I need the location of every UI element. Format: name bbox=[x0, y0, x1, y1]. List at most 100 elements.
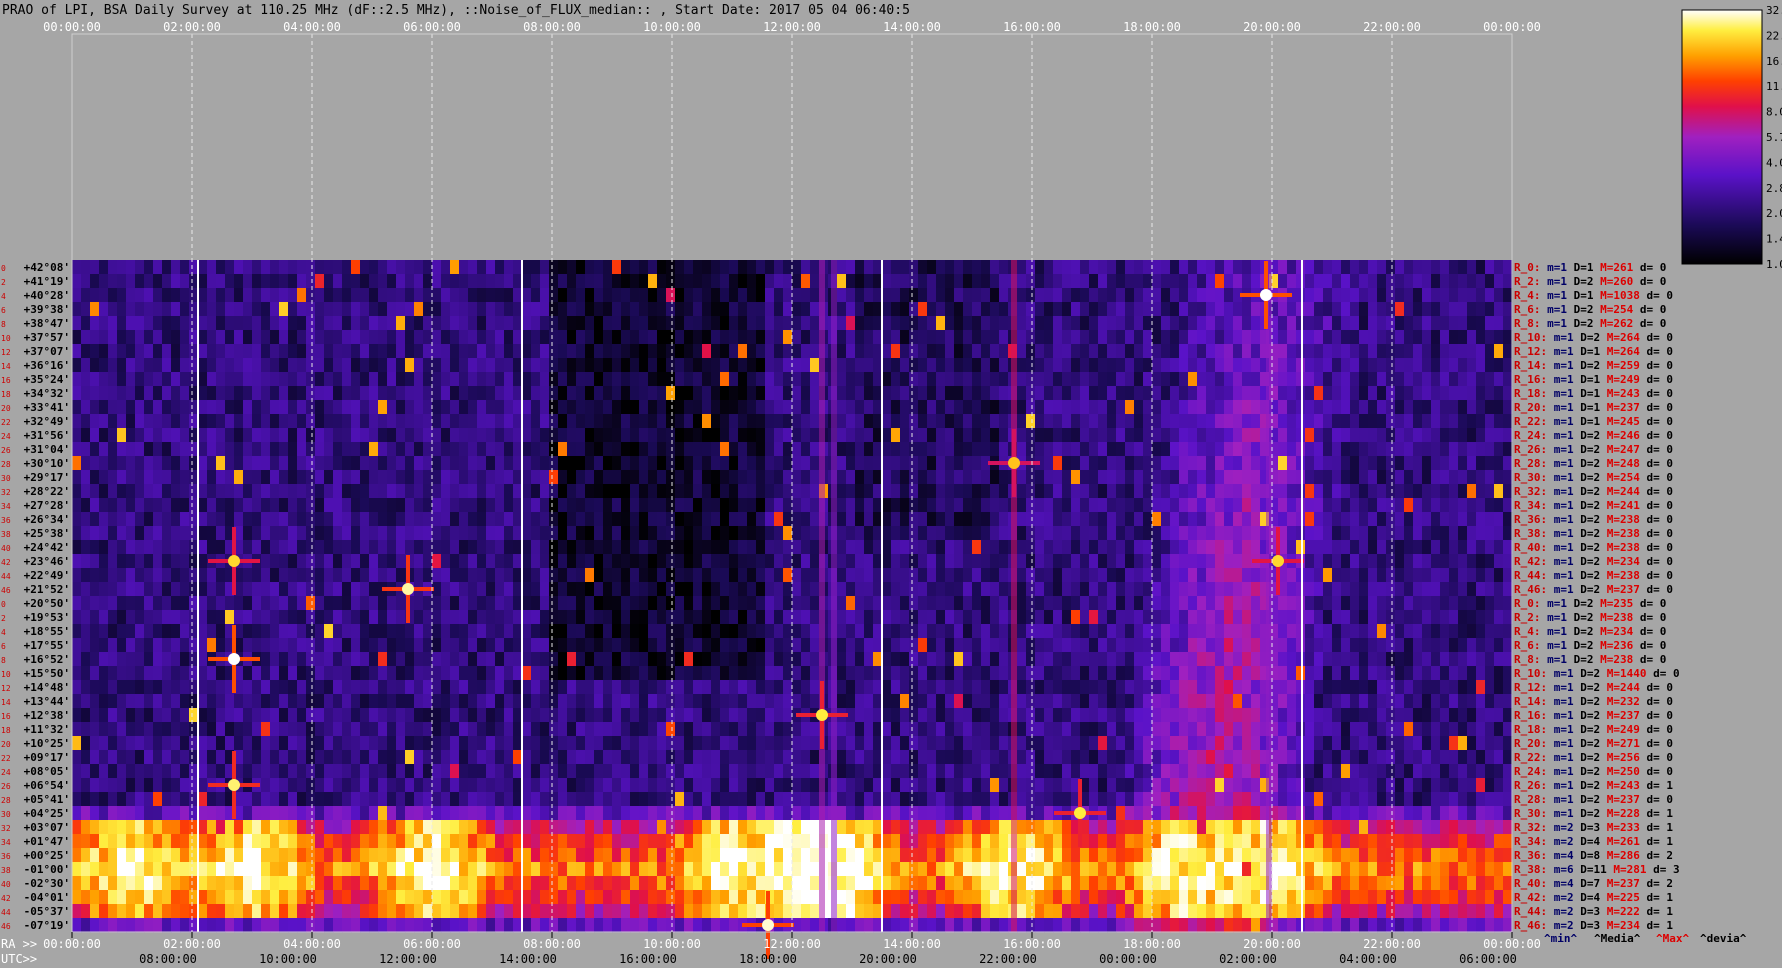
heat-cell bbox=[297, 470, 307, 485]
heat-cell bbox=[522, 400, 532, 415]
heat-cell bbox=[1179, 442, 1189, 457]
heat-cell bbox=[936, 260, 946, 275]
heat-cell bbox=[567, 316, 577, 331]
heat-cell bbox=[1449, 358, 1459, 373]
heat-cell bbox=[81, 652, 91, 667]
heat-cell bbox=[540, 288, 550, 303]
heat-cell bbox=[198, 596, 208, 611]
heat-cell bbox=[378, 512, 388, 527]
heat-cell bbox=[729, 456, 739, 471]
heat-cell bbox=[1062, 484, 1072, 499]
heat-cell bbox=[279, 288, 289, 303]
heat-cell bbox=[450, 414, 460, 429]
heat-cell bbox=[486, 442, 496, 457]
heat-cell bbox=[1116, 442, 1126, 457]
heat-cell bbox=[1350, 652, 1360, 667]
heat-cell bbox=[1215, 624, 1225, 639]
heat-cell bbox=[756, 344, 766, 359]
heat-cell bbox=[153, 344, 163, 359]
heat-cell bbox=[1026, 568, 1036, 583]
heat-cell bbox=[1422, 344, 1432, 359]
heat-cell bbox=[351, 498, 361, 513]
heat-cell bbox=[1287, 638, 1297, 653]
heat-cell bbox=[486, 582, 496, 597]
heat-cell bbox=[441, 568, 451, 583]
heat-cell bbox=[630, 330, 640, 345]
heat-cell bbox=[1242, 568, 1252, 583]
heat-cell bbox=[1458, 568, 1468, 583]
heat-cell bbox=[999, 484, 1009, 499]
heat-cell bbox=[468, 428, 478, 443]
heat-cell bbox=[468, 498, 478, 513]
heat-cell bbox=[324, 358, 334, 373]
heat-cell bbox=[1503, 498, 1513, 513]
heat-cell bbox=[1125, 274, 1135, 289]
heat-cell bbox=[522, 512, 532, 527]
heat-cell bbox=[1449, 372, 1459, 387]
heat-cell bbox=[198, 372, 208, 387]
heat-cell bbox=[1368, 330, 1378, 345]
heat-cell bbox=[576, 540, 586, 555]
heat-cell bbox=[1386, 484, 1396, 499]
heat-cell bbox=[414, 288, 424, 303]
heat-cell bbox=[351, 568, 361, 583]
heat-cell bbox=[801, 288, 811, 303]
heat-cell bbox=[1386, 330, 1396, 345]
heat-cell bbox=[1242, 344, 1252, 359]
heat-cell bbox=[1134, 526, 1144, 541]
heat-cell bbox=[1314, 540, 1324, 555]
heat-cell bbox=[558, 498, 568, 513]
heat-cell bbox=[1233, 442, 1243, 457]
heat-cell bbox=[1161, 526, 1171, 541]
heat-cell bbox=[459, 540, 469, 555]
heat-cell bbox=[117, 666, 127, 681]
heat-cell bbox=[531, 414, 541, 429]
heat-cell bbox=[468, 386, 478, 401]
heat-cell bbox=[1080, 484, 1090, 499]
heat-cell bbox=[702, 638, 712, 653]
heat-cell bbox=[702, 274, 712, 289]
heat-cell bbox=[684, 582, 694, 597]
heat-cell bbox=[198, 624, 208, 639]
heat-cell bbox=[1332, 568, 1342, 583]
heat-cell bbox=[585, 638, 595, 653]
heat-cell bbox=[882, 624, 892, 639]
heat-cell bbox=[648, 498, 658, 513]
heat-cell bbox=[144, 596, 154, 611]
heat-cell bbox=[711, 330, 721, 345]
heat-cell bbox=[225, 694, 235, 709]
heat-cell bbox=[1359, 610, 1369, 625]
heat-cell bbox=[648, 260, 658, 275]
heat-cell bbox=[1431, 582, 1441, 597]
heat-cell bbox=[738, 400, 748, 415]
heat-cell bbox=[81, 456, 91, 471]
heat-cell bbox=[108, 274, 118, 289]
heat-cell bbox=[612, 498, 622, 513]
heat-cell bbox=[936, 456, 946, 471]
heat-cell bbox=[1044, 288, 1054, 303]
heat-cell bbox=[1287, 512, 1297, 527]
heat-cell bbox=[648, 400, 658, 415]
heat-cell bbox=[1440, 638, 1450, 653]
heat-cell bbox=[639, 498, 649, 513]
heat-cell bbox=[1449, 540, 1459, 555]
heat-cell bbox=[720, 582, 730, 597]
heat-cell bbox=[990, 400, 1000, 415]
heat-cell bbox=[477, 512, 487, 527]
heat-cell bbox=[297, 414, 307, 429]
heat-cell bbox=[774, 372, 784, 387]
heat-cell bbox=[1350, 456, 1360, 471]
heat-cell bbox=[279, 554, 289, 569]
heat-cell bbox=[270, 582, 280, 597]
heat-cell bbox=[1152, 624, 1162, 639]
heat-cell bbox=[1323, 288, 1333, 303]
heat-cell bbox=[1350, 470, 1360, 485]
heat-cell bbox=[1485, 582, 1495, 597]
heat-cell bbox=[954, 414, 964, 429]
heat-cell bbox=[1350, 288, 1360, 303]
heat-cell bbox=[297, 610, 307, 625]
heat-cell bbox=[1368, 498, 1378, 513]
heat-cell bbox=[594, 484, 604, 499]
heat-cell bbox=[504, 638, 514, 653]
heat-cell bbox=[1053, 624, 1063, 639]
